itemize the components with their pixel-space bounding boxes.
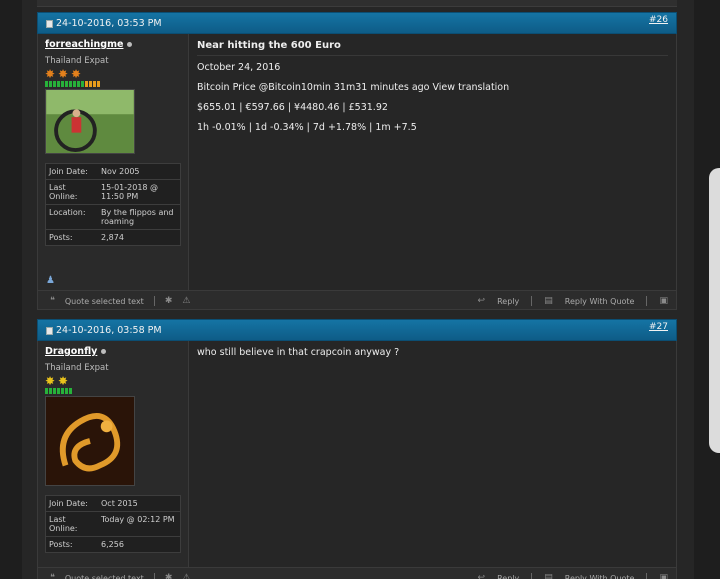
user-stats-table: Join Date: Nov 2005 Last Online: 15-01-2… bbox=[45, 163, 181, 246]
stat-label: Location: bbox=[49, 208, 86, 217]
user-stats-table: Join Date: Oct 2015 Last Online: Today @… bbox=[45, 495, 181, 553]
post-line: October 24, 2016 bbox=[197, 62, 281, 73]
post-number-link[interactable]: #26 bbox=[649, 15, 668, 25]
report-icon[interactable]: ⚠ bbox=[182, 296, 190, 306]
user-avatar[interactable] bbox=[45, 396, 135, 486]
stat-value: Nov 2005 bbox=[101, 167, 140, 176]
star-icon: ✸ bbox=[58, 67, 69, 81]
thanks-icon[interactable]: ✱ bbox=[165, 573, 173, 579]
stat-value: 2,874 bbox=[101, 233, 124, 242]
report-icon[interactable]: ⚠ bbox=[182, 573, 190, 579]
post-date: 24-10-2016, 03:53 PM bbox=[56, 18, 162, 29]
divider bbox=[646, 573, 648, 579]
stat-label: Posts: bbox=[49, 540, 73, 549]
divider bbox=[531, 573, 533, 579]
post-title: Near hitting the 600 Euro bbox=[197, 40, 668, 56]
rank-stars: ✸ ✸ ✸ bbox=[45, 67, 181, 81]
stat-value: Oct 2015 bbox=[101, 499, 138, 508]
side-scroll-panel[interactable] bbox=[709, 168, 720, 453]
username-link[interactable]: Dragonfly bbox=[45, 346, 181, 357]
username-link[interactable]: forreachingme bbox=[45, 39, 181, 50]
divider bbox=[153, 573, 155, 579]
reply-icon: ↩ bbox=[477, 296, 486, 306]
stat-label: Join Date: bbox=[49, 167, 88, 176]
reply-icon: ↩ bbox=[477, 573, 486, 579]
multiquote-icon[interactable]: ▣ bbox=[659, 296, 668, 306]
star-icon: ✸ bbox=[58, 374, 69, 388]
stat-label: Last Online: bbox=[49, 515, 78, 533]
divider bbox=[531, 296, 533, 306]
post-date-wrap: 24-10-2016, 03:53 PM bbox=[46, 18, 162, 29]
username[interactable]: Dragonfly bbox=[45, 346, 97, 357]
quote-selected-button[interactable]: Quote selected text bbox=[65, 574, 144, 579]
quote-icon: ❝ bbox=[50, 573, 55, 579]
divider bbox=[153, 296, 155, 306]
reply-button[interactable]: Reply bbox=[497, 574, 519, 579]
username[interactable]: forreachingme bbox=[45, 39, 123, 50]
stat-value: Today @ 02:12 PM bbox=[101, 515, 175, 524]
user-title: Thailand Expat bbox=[45, 56, 109, 66]
quote-icon: ❝ bbox=[50, 296, 55, 306]
post-header: 24-10-2016, 03:53 PM #26 bbox=[37, 12, 677, 34]
post-header: 24-10-2016, 03:58 PM #27 bbox=[37, 319, 677, 341]
reputation-bar bbox=[45, 388, 181, 394]
top-navbar bbox=[37, 0, 677, 7]
reply-with-quote-button[interactable]: Reply With Quote bbox=[565, 574, 635, 579]
multiquote-icon[interactable]: ▣ bbox=[659, 573, 668, 579]
post-icon bbox=[46, 326, 53, 335]
post-date-wrap: 24-10-2016, 03:58 PM bbox=[46, 325, 162, 336]
stat-label: Join Date: bbox=[49, 499, 88, 508]
reply-quote-icon: ▤ bbox=[544, 573, 553, 579]
stat-row: Posts: 6,256 bbox=[46, 537, 180, 552]
thanks-icon[interactable]: ✱ bbox=[165, 296, 173, 306]
post-content: who still believe in that crapcoin anywa… bbox=[189, 341, 676, 567]
user-info-panel: Dragonfly Thailand Expat ✸ ✸ Join Date: … bbox=[38, 341, 189, 567]
post-footer: ❝ Quote selected text ✱ ⚠ ↩ Reply ▤ Repl… bbox=[37, 567, 677, 579]
stat-label: Last Online: bbox=[49, 183, 78, 201]
post-line: 1h -0.01% | 1d -0.34% | 7d +1.78% | 1m +… bbox=[197, 122, 417, 133]
stat-label: Posts: bbox=[49, 233, 73, 242]
stat-row: Last Online: 15-01-2018 @ 11:50 PM bbox=[46, 180, 180, 205]
post-body: forreachingme Thailand Expat ✸ ✸ ✸ Join … bbox=[37, 34, 677, 290]
star-icon: ✸ bbox=[71, 67, 82, 81]
rank-stars: ✸ ✸ bbox=[45, 374, 181, 388]
post-body: Dragonfly Thailand Expat ✸ ✸ Join Date: … bbox=[37, 341, 677, 567]
stat-row: Last Online: Today @ 02:12 PM bbox=[46, 512, 180, 537]
quote-selected-button[interactable]: Quote selected text bbox=[65, 297, 144, 306]
stat-row: Location: By the flippos and roaming bbox=[46, 205, 180, 230]
stat-value: By the flippos and roaming bbox=[101, 208, 174, 226]
online-status-icon bbox=[101, 349, 107, 354]
reputation-bar bbox=[45, 81, 181, 87]
reply-button[interactable]: Reply bbox=[497, 297, 519, 306]
stat-value: 6,256 bbox=[101, 540, 124, 549]
stat-value: 15-01-2018 @ 11:50 PM bbox=[101, 183, 159, 201]
post-line: $655.01 | €597.66 | ¥4480.46 | £531.92 bbox=[197, 102, 388, 113]
stat-row: Posts: 2,874 bbox=[46, 230, 180, 245]
post-line: who still believe in that crapcoin anywa… bbox=[197, 347, 400, 358]
stat-row: Join Date: Oct 2015 bbox=[46, 496, 180, 512]
reply-with-quote-button[interactable]: Reply With Quote bbox=[565, 297, 635, 306]
online-status-icon bbox=[127, 42, 133, 47]
profile-icon[interactable]: ♟ bbox=[46, 275, 55, 286]
stat-row: Join Date: Nov 2005 bbox=[46, 164, 180, 180]
user-title: Thailand Expat bbox=[45, 363, 109, 373]
user-info-panel: forreachingme Thailand Expat ✸ ✸ ✸ Join … bbox=[38, 34, 189, 290]
post-icon bbox=[46, 19, 53, 28]
post-number-link[interactable]: #27 bbox=[649, 322, 668, 332]
post: 24-10-2016, 03:58 PM #27 Dragonfly Thail… bbox=[37, 319, 677, 579]
star-icon: ✸ bbox=[45, 374, 56, 388]
post-date: 24-10-2016, 03:58 PM bbox=[56, 325, 162, 336]
divider bbox=[646, 296, 648, 306]
reply-quote-icon: ▤ bbox=[544, 296, 553, 306]
post-line: Bitcoin Price @Bitcoin10min 31m31 minute… bbox=[197, 82, 510, 93]
star-icon: ✸ bbox=[45, 67, 56, 81]
post: 24-10-2016, 03:53 PM #26 forreachingme T… bbox=[37, 12, 677, 310]
user-avatar[interactable] bbox=[45, 89, 135, 154]
post-content: Near hitting the 600 Euro October 24, 20… bbox=[189, 34, 676, 290]
post-footer: ❝ Quote selected text ✱ ⚠ ↩ Reply ▤ Repl… bbox=[37, 290, 677, 310]
